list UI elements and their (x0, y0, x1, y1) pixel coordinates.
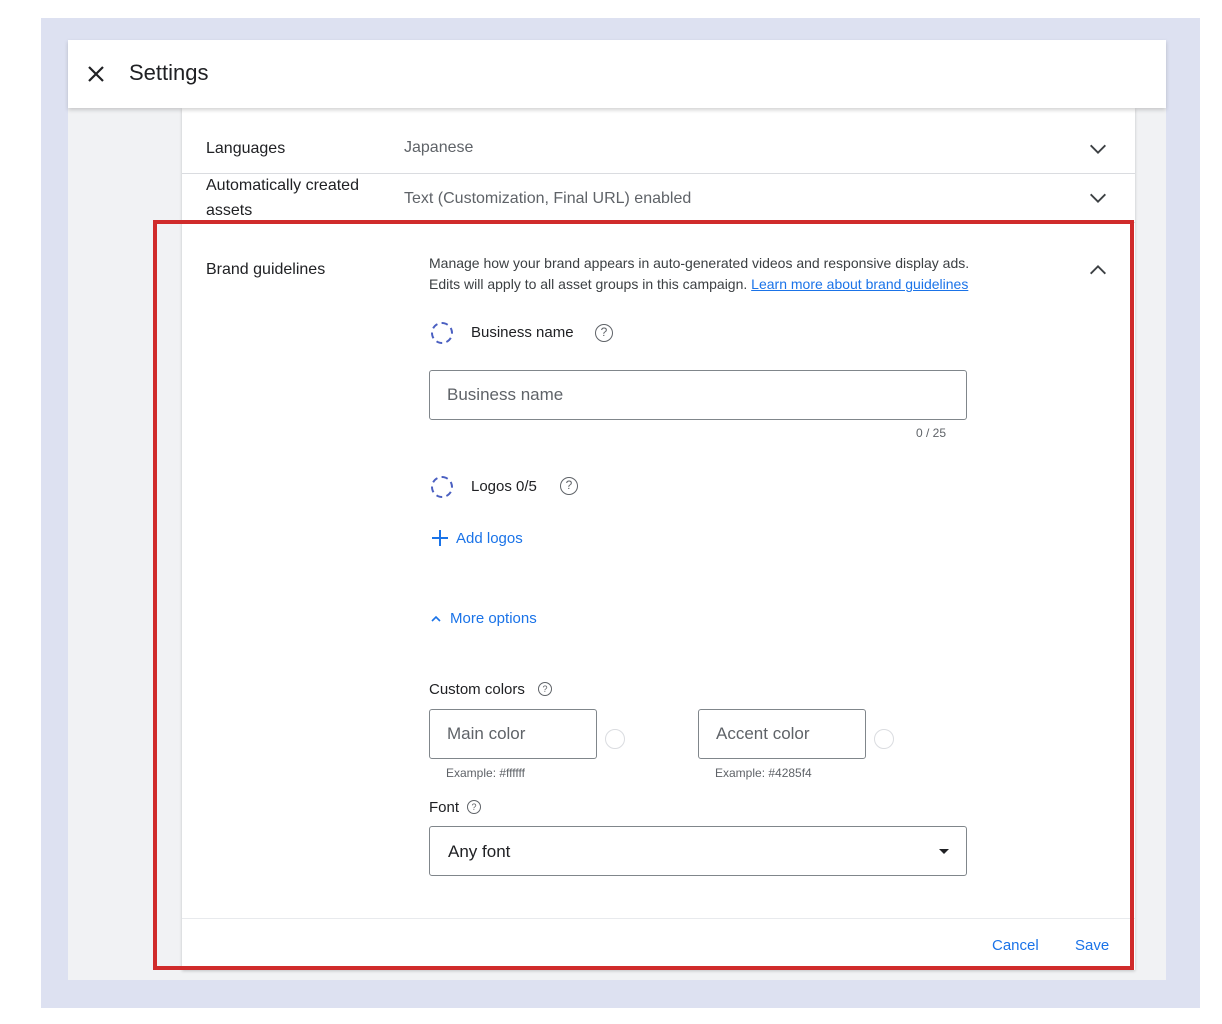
description-line-2: Edits will apply to all asset groups in … (429, 276, 748, 292)
add-logos-button[interactable]: Add logos (430, 528, 523, 548)
main-color-input[interactable] (429, 709, 597, 759)
help-icon[interactable]: ? (467, 800, 481, 814)
help-icon[interactable]: ? (595, 324, 613, 342)
auto-assets-value: Text (Customization, Final URL) enabled (404, 190, 692, 207)
brand-description: Manage how your brand appears in auto-ge… (429, 253, 1049, 295)
font-select-value: Any font (448, 842, 511, 861)
footer-divider (182, 918, 1135, 919)
main-color-swatch[interactable] (605, 729, 625, 749)
business-name-input[interactable] (429, 370, 967, 420)
brand-guidelines-label: Brand guidelines (206, 261, 326, 278)
add-logos-label: Add logos (456, 529, 523, 547)
main-color-example: Example: #ffffff (446, 766, 525, 780)
learn-more-link[interactable]: Learn more about brand guidelines (751, 276, 968, 292)
more-options-button[interactable]: More options (430, 610, 537, 627)
font-label: Font (429, 799, 460, 816)
page-title: Settings (129, 60, 209, 85)
dropdown-arrow-icon (939, 849, 949, 854)
more-options-label: More options (450, 610, 537, 627)
languages-row[interactable]: Languages Japanese (182, 122, 1135, 174)
description-line-1: Manage how your brand appears in auto-ge… (429, 255, 970, 271)
business-name-label: Business name (471, 324, 574, 341)
font-select[interactable]: Any font (429, 826, 967, 876)
status-circle-icon (431, 322, 453, 344)
logos-label: Logos 0/5 (471, 478, 537, 495)
chevron-up-icon[interactable] (1087, 259, 1109, 281)
close-icon[interactable] (84, 62, 108, 86)
accent-color-example: Example: #4285f4 (715, 766, 812, 780)
cancel-button[interactable]: Cancel (992, 937, 1039, 954)
auto-assets-label: Automatically created assets (206, 177, 359, 219)
languages-value: Japanese (404, 139, 474, 156)
auto-assets-row[interactable]: Automatically created assets Text (Custo… (182, 175, 1135, 223)
chevron-up-icon (431, 615, 441, 622)
save-button[interactable]: Save (1075, 937, 1109, 954)
plus-icon (432, 530, 448, 546)
chevron-down-icon[interactable] (1087, 138, 1109, 160)
accent-color-swatch[interactable] (874, 729, 894, 749)
languages-label: Languages (206, 140, 286, 157)
help-icon[interactable]: ? (538, 682, 552, 696)
accent-color-input[interactable] (698, 709, 866, 759)
chevron-down-icon[interactable] (1087, 187, 1109, 209)
help-icon[interactable]: ? (560, 477, 578, 495)
custom-colors-label: Custom colors (429, 681, 525, 698)
dialog-header (68, 40, 1166, 108)
status-circle-icon (431, 476, 453, 498)
character-counter: 0 / 25 (916, 426, 947, 440)
